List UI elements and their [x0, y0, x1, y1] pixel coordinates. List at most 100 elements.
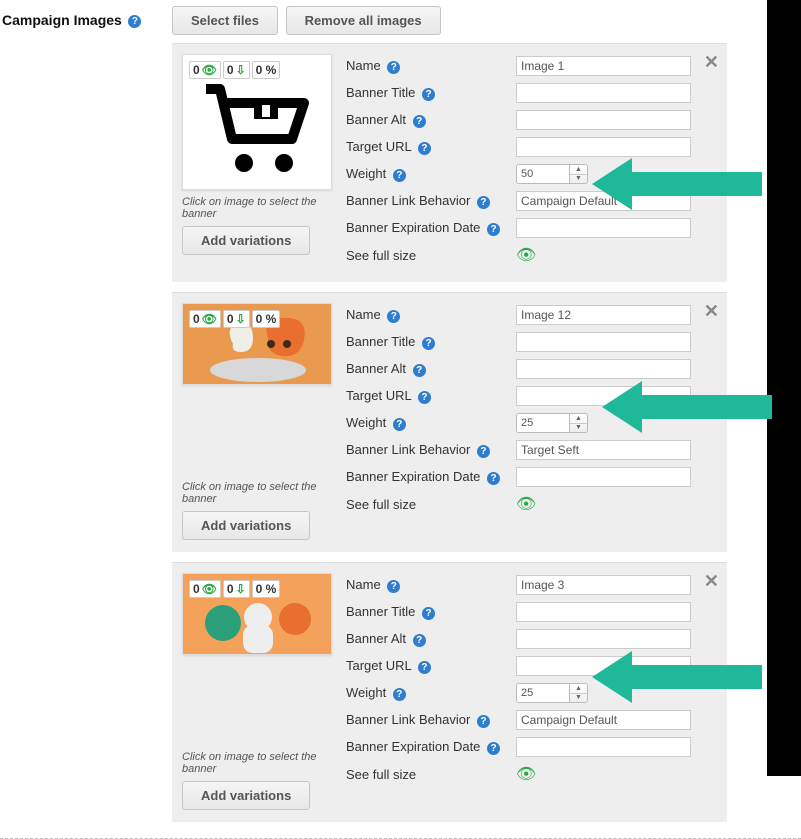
help-icon[interactable]: ?: [413, 634, 426, 647]
banner-thumbnail[interactable]: 0👁 0⇩ 0 %: [182, 54, 332, 190]
weight-stepper[interactable]: ▲▼: [516, 413, 588, 433]
select-files-button[interactable]: Select files: [172, 6, 278, 35]
weight-stepper[interactable]: ▲▼: [516, 683, 588, 703]
help-icon[interactable]: ?: [487, 742, 500, 755]
banner-title-input[interactable]: [516, 83, 691, 103]
banner-title-input[interactable]: [516, 602, 691, 622]
chevron-down-icon[interactable]: ▼: [570, 175, 587, 184]
label-expiration: Banner Expiration Date: [346, 469, 480, 484]
target-url-input[interactable]: [516, 137, 691, 157]
help-icon[interactable]: ?: [422, 607, 435, 620]
banner-alt-input[interactable]: [516, 359, 691, 379]
chevron-up-icon[interactable]: ▲: [570, 684, 587, 694]
chevron-down-icon[interactable]: ▼: [570, 694, 587, 703]
label-banner-title: Banner Title: [346, 334, 415, 349]
help-icon[interactable]: ?: [477, 715, 490, 728]
add-variations-button[interactable]: Add variations: [182, 781, 310, 810]
help-icon[interactable]: ?: [128, 15, 141, 28]
label-expiration: Banner Expiration Date: [346, 220, 480, 235]
stat-clicks: 0⇩: [223, 61, 250, 79]
eye-icon: 👁: [202, 312, 217, 326]
help-icon[interactable]: ?: [387, 580, 400, 593]
name-input[interactable]: [516, 575, 691, 595]
help-icon[interactable]: ?: [418, 142, 431, 155]
chevron-down-icon[interactable]: ▼: [570, 424, 587, 433]
help-icon[interactable]: ?: [387, 61, 400, 74]
banner-alt-input[interactable]: [516, 629, 691, 649]
label-link-behavior: Banner Link Behavior: [346, 193, 470, 208]
target-url-input[interactable]: [516, 656, 691, 676]
help-icon[interactable]: ?: [418, 661, 431, 674]
chevron-up-icon[interactable]: ▲: [570, 165, 587, 175]
close-icon[interactable]: ✕: [704, 571, 719, 592]
name-input[interactable]: [516, 56, 691, 76]
remove-all-images-button[interactable]: Remove all images: [286, 6, 441, 35]
label-banner-alt: Banner Alt: [346, 361, 406, 376]
help-icon[interactable]: ?: [422, 88, 435, 101]
eye-icon: 👁: [202, 63, 217, 77]
add-variations-button[interactable]: Add variations: [182, 226, 310, 255]
thumb-hint: Click on image to select the banner: [182, 481, 332, 505]
label-weight: Weight: [346, 415, 386, 430]
help-icon[interactable]: ?: [418, 391, 431, 404]
label-target-url: Target URL: [346, 388, 411, 403]
label-name: Name: [346, 58, 381, 73]
weight-input[interactable]: [517, 684, 569, 702]
label-full-size: See full size: [346, 767, 416, 782]
expiration-input[interactable]: [516, 737, 691, 757]
eye-icon[interactable]: 👁: [516, 496, 536, 513]
help-icon[interactable]: ?: [393, 418, 406, 431]
weight-stepper[interactable]: ▲▼: [516, 164, 588, 184]
banner-thumbnail[interactable]: 0👁 0⇩ 0 %: [182, 303, 332, 385]
label-full-size: See full size: [346, 497, 416, 512]
link-behavior-select[interactable]: [516, 440, 691, 460]
eye-icon[interactable]: 👁: [516, 247, 536, 264]
eye-icon[interactable]: 👁: [516, 766, 536, 783]
target-url-input[interactable]: [516, 386, 691, 406]
help-icon[interactable]: ?: [422, 337, 435, 350]
label-name: Name: [346, 577, 381, 592]
label-link-behavior: Banner Link Behavior: [346, 442, 470, 457]
label-banner-alt: Banner Alt: [346, 112, 406, 127]
label-weight: Weight: [346, 685, 386, 700]
chevron-up-icon[interactable]: ▲: [570, 414, 587, 424]
weight-input[interactable]: [517, 414, 569, 432]
help-icon[interactable]: ?: [393, 169, 406, 182]
help-icon[interactable]: ?: [477, 196, 490, 209]
close-icon[interactable]: ✕: [704, 52, 719, 73]
label-target-url: Target URL: [346, 139, 411, 154]
image-card: ✕ 0👁 0⇩ 0 %: [172, 43, 727, 282]
label-weight: Weight: [346, 166, 386, 181]
name-input[interactable]: [516, 305, 691, 325]
label-banner-title: Banner Title: [346, 604, 415, 619]
banner-alt-input[interactable]: [516, 110, 691, 130]
close-icon[interactable]: ✕: [704, 301, 719, 322]
link-behavior-select[interactable]: [516, 191, 691, 211]
help-icon[interactable]: ?: [487, 223, 500, 236]
add-variations-button[interactable]: Add variations: [182, 511, 310, 540]
stat-ctr: 0 %: [252, 310, 281, 328]
stat-views: 0👁: [189, 61, 221, 79]
label-target-url: Target URL: [346, 658, 411, 673]
label-banner-alt: Banner Alt: [346, 631, 406, 646]
expiration-input[interactable]: [516, 218, 691, 238]
help-icon[interactable]: ?: [487, 472, 500, 485]
banner-thumbnail[interactable]: 0👁 0⇩ 0 %: [182, 573, 332, 655]
label-banner-title: Banner Title: [346, 85, 415, 100]
label-link-behavior: Banner Link Behavior: [346, 712, 470, 727]
stat-views: 0👁: [189, 310, 221, 328]
banner-title-input[interactable]: [516, 332, 691, 352]
click-icon: ⇩: [236, 582, 246, 596]
help-icon[interactable]: ?: [393, 688, 406, 701]
thumb-hint: Click on image to select the banner: [182, 196, 332, 220]
weight-input[interactable]: [517, 165, 569, 183]
click-icon: ⇩: [236, 312, 246, 326]
link-behavior-select[interactable]: [516, 710, 691, 730]
help-icon[interactable]: ?: [387, 310, 400, 323]
label-full-size: See full size: [346, 248, 416, 263]
expiration-input[interactable]: [516, 467, 691, 487]
help-icon[interactable]: ?: [413, 115, 426, 128]
cart-icon: [198, 81, 318, 181]
help-icon[interactable]: ?: [413, 364, 426, 377]
help-icon[interactable]: ?: [477, 445, 490, 458]
